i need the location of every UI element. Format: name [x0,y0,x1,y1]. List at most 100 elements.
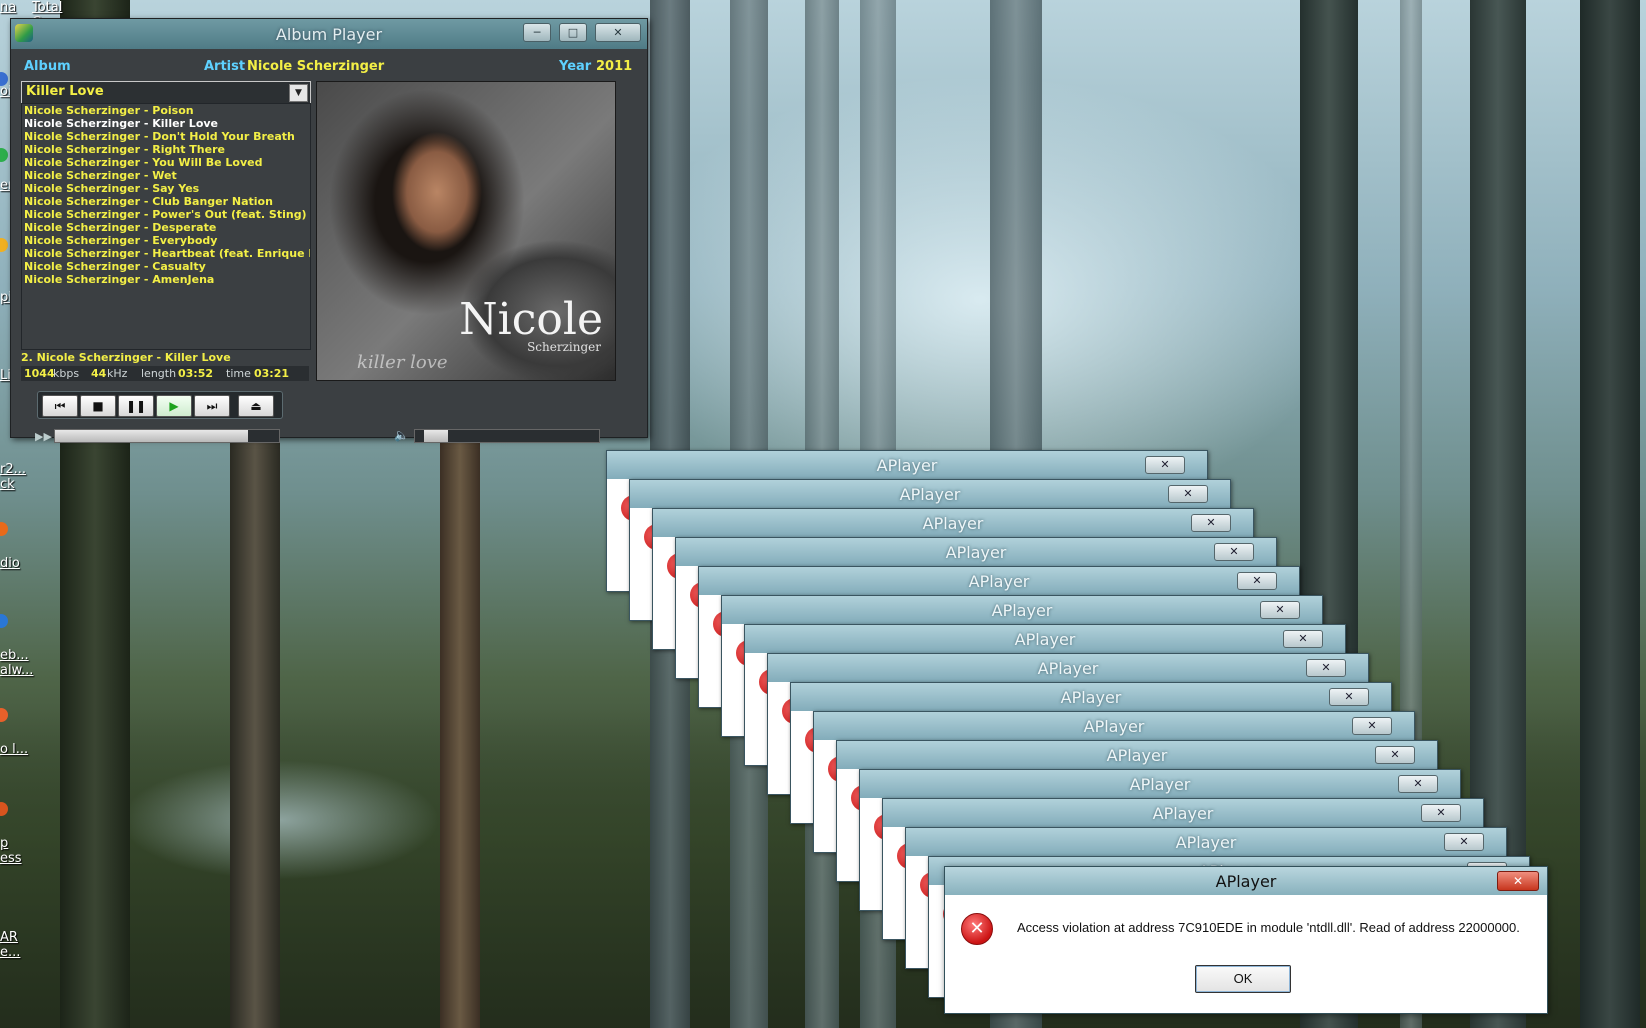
dialog-title: APlayer [1175,833,1237,852]
close-button[interactable]: ✕ [1497,871,1539,891]
playlist-item[interactable]: Nicole Scherzinger - Everybody [22,234,310,247]
dialog-title: APlayer [1083,717,1145,736]
app-icon[interactable] [0,708,8,722]
playlist-item[interactable]: Nicole Scherzinger - Say Yes [22,182,310,195]
eject-button[interactable]: ⏏ [238,395,274,417]
dialog-title: APlayer [1215,872,1277,891]
maximize-button[interactable]: □ [559,23,587,42]
cover-artist-surname: Scherzinger [527,340,601,354]
close-button[interactable]: ✕ [1329,688,1369,706]
playlist[interactable]: Nicole Scherzinger - Poison Nicole Scherz… [21,103,311,350]
close-button[interactable]: ✕ [1145,456,1185,474]
playlist-item[interactable]: Nicole Scherzinger - Casualty [22,260,310,273]
close-button[interactable]: ✕ [1237,572,1277,590]
bitrate-unit: kbps [53,367,80,380]
forest-stream [120,760,440,880]
now-playing-text: 2. Nicole Scherzinger - Killer Love [21,351,231,364]
app-icon[interactable] [0,614,8,628]
desktop-icon-label[interactable]: eb... alw... [0,648,33,678]
desktop-icon-label[interactable]: AR e... [0,930,30,960]
previous-button[interactable]: ⏮ [42,395,78,417]
play-button[interactable]: ▶ [156,395,192,417]
cover-artist-name: Nicole [459,294,603,345]
desktop-icon-label[interactable]: na [0,0,30,15]
chevron-down-icon[interactable]: ▼ [289,84,308,102]
playlist-item[interactable]: Nicole Scherzinger - You Will Be Loved [22,156,310,169]
title-bar[interactable]: APlayer ✕ [837,741,1437,769]
title-bar[interactable]: APlayer ✕ [860,770,1460,798]
playlist-item[interactable]: Nicole Scherzinger - AmenJena [22,273,310,286]
window-title: Album Player [275,25,383,44]
playlist-item[interactable]: Nicole Scherzinger - Heartbeat (feat. En… [22,247,310,260]
next-button[interactable]: ⏭ [194,395,230,417]
close-button[interactable]: ✕ [1375,746,1415,764]
year-label: Year [559,59,592,74]
close-button[interactable]: ✕ [1421,804,1461,822]
error-dialog: APlayer ✕ ✕ Access violation at address … [944,866,1548,1014]
close-button[interactable]: ✕ [1398,775,1438,793]
desktop-icon-label[interactable]: p ess [0,836,30,866]
album-label: Album [24,59,71,74]
playlist-item[interactable]: Nicole Scherzinger - Power's Out (feat. … [22,208,310,221]
title-bar[interactable]: APlayer ✕ [630,480,1230,508]
playlist-item[interactable]: Nicole Scherzinger - Desperate [22,221,310,234]
pause-button[interactable]: ❚❚ [118,395,154,417]
playlist-item[interactable]: Nicole Scherzinger - Right There [22,143,310,156]
app-icon[interactable] [0,802,8,816]
album-cover: Nicole Scherzinger killer love [316,81,616,381]
title-bar[interactable]: APlayer ✕ [768,654,1368,682]
length-value: 03:52 [178,367,214,380]
artist-value: Nicole Scherzinger [247,59,385,74]
close-button[interactable]: ✕ [1214,543,1254,561]
close-button[interactable]: ✕ [1283,630,1323,648]
minimize-button[interactable]: ─ [523,23,551,42]
close-button[interactable]: ✕ [1168,485,1208,503]
close-button[interactable]: ✕ [1352,717,1392,735]
volume-knob[interactable] [424,430,449,442]
title-bar[interactable]: APlayer ✕ [945,867,1547,895]
app-icon[interactable] [0,148,8,162]
volume-slider[interactable] [414,429,600,443]
close-button[interactable]: ✕ [1444,833,1484,851]
dialog-title: APlayer [1037,659,1099,678]
playlist-item[interactable]: Nicole Scherzinger - Wet [22,169,310,182]
dialog-title: APlayer [1152,804,1214,823]
app-icon[interactable] [0,522,8,536]
stop-button[interactable]: ■ [80,395,116,417]
tree-trunk [440,430,480,1028]
playlist-item[interactable]: Nicole Scherzinger - Don't Hold Your Bre… [22,130,310,143]
length-label: length [141,367,177,380]
title-bar[interactable]: APlayer ✕ [676,538,1276,566]
title-bar[interactable]: APlayer ✕ [791,683,1391,711]
title-bar[interactable]: APlayer ✕ [653,509,1253,537]
desktop-icon-label[interactable]: dio [0,556,30,571]
bitrate-value: 1044 [24,367,55,380]
title-bar[interactable]: APlayer ✕ [722,596,1322,624]
time-label: time [226,367,251,380]
playlist-item[interactable]: Nicole Scherzinger - Club Banger Nation [22,195,310,208]
seek-slider[interactable] [54,429,280,443]
title-bar[interactable]: APlayer ✕ [906,828,1506,856]
close-button[interactable]: ✕ [1191,514,1231,532]
title-bar[interactable]: Album Player ─ □ ✕ [11,19,647,49]
seek-progress [55,430,248,442]
playlist-item[interactable]: Nicole Scherzinger - Killer Love [22,117,310,130]
desktop-icon-label[interactable]: o l... [0,742,30,757]
title-bar[interactable]: APlayer ✕ [607,451,1207,479]
title-bar[interactable]: APlayer ✕ [883,799,1483,827]
app-icon[interactable] [0,238,8,252]
playlist-item[interactable]: Nicole Scherzinger - Poison [22,104,310,117]
artist-label: Artist [204,59,246,74]
title-bar[interactable]: APlayer ✕ [699,567,1299,595]
close-button[interactable]: ✕ [1306,659,1346,677]
album-select[interactable]: Killer Love ▼ [21,81,311,104]
cover-script-title: killer love [357,352,448,373]
ok-button[interactable]: OK [1195,965,1291,993]
title-bar[interactable]: APlayer ✕ [745,625,1345,653]
close-button[interactable]: ✕ [1260,601,1300,619]
title-bar[interactable]: APlayer ✕ [814,712,1414,740]
dialog-title: APlayer [922,514,984,533]
dialog-title: APlayer [945,543,1007,562]
close-button[interactable]: ✕ [595,23,641,42]
desktop-icon-label[interactable]: r2... ck [0,462,30,492]
